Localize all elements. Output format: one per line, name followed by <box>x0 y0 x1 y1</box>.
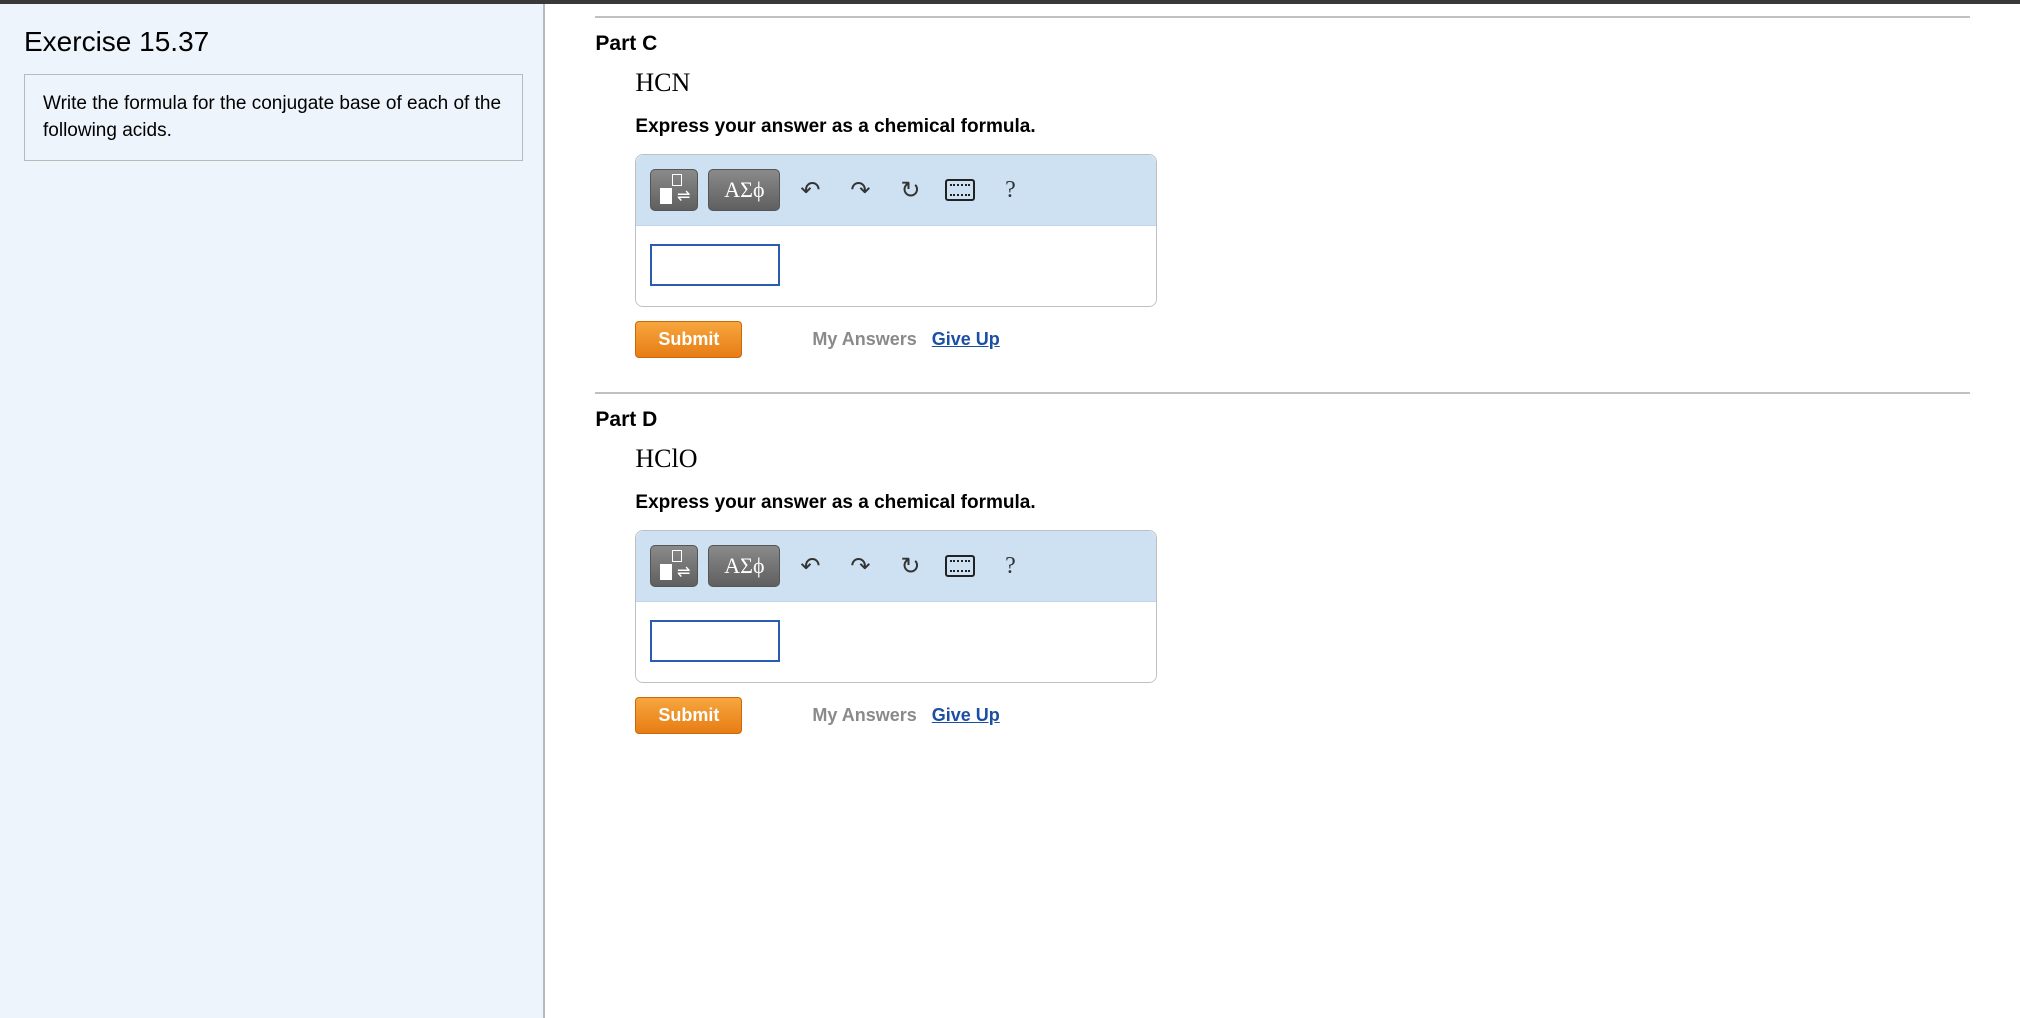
divider <box>595 392 1970 394</box>
formula-input[interactable] <box>650 620 780 662</box>
templates-icon: ⇌ <box>660 176 688 204</box>
submit-button[interactable]: Submit <box>635 697 742 734</box>
action-row: Submit My Answers Give Up <box>635 321 1970 358</box>
answer-instruction: Express your answer as a chemical formul… <box>635 492 1970 514</box>
reset-icon[interactable]: ↻ <box>890 546 930 586</box>
part-d: Part D HClO Express your answer as a che… <box>595 408 1970 734</box>
submit-button[interactable]: Submit <box>635 321 742 358</box>
input-area <box>636 602 1156 682</box>
redo-icon[interactable]: ↷ <box>840 546 880 586</box>
answer-box: ⇌ ΑΣϕ ↶ ↷ ↻ ? <box>635 530 1157 683</box>
keyboard-icon[interactable] <box>940 170 980 210</box>
part-content: HClO Express your answer as a chemical f… <box>595 444 1970 734</box>
chem-formula-prompt: HCN <box>635 68 1970 98</box>
formula-toolbar: ⇌ ΑΣϕ ↶ ↷ ↻ ? <box>636 531 1156 602</box>
help-icon[interactable]: ? <box>990 170 1030 210</box>
part-c: Part C HCN Express your answer as a chem… <box>595 32 1970 358</box>
keyboard-icon[interactable] <box>940 546 980 586</box>
undo-icon[interactable]: ↶ <box>790 170 830 210</box>
chem-formula-prompt: HClO <box>635 444 1970 474</box>
action-row: Submit My Answers Give Up <box>635 697 1970 734</box>
chemistry-templates-button[interactable]: ⇌ <box>650 545 698 587</box>
undo-icon[interactable]: ↶ <box>790 546 830 586</box>
divider <box>595 16 1970 18</box>
input-area <box>636 226 1156 306</box>
left-panel: Exercise 15.37 Write the formula for the… <box>0 4 545 1018</box>
right-panel: Part C HCN Express your answer as a chem… <box>545 4 2020 1018</box>
help-icon[interactable]: ? <box>990 546 1030 586</box>
redo-icon[interactable]: ↷ <box>840 170 880 210</box>
part-content: HCN Express your answer as a chemical fo… <box>595 68 1970 358</box>
give-up-link[interactable]: Give Up <box>932 705 1000 725</box>
my-answers-link[interactable]: My Answers <box>812 705 916 725</box>
part-title: Part C <box>595 32 1970 56</box>
formula-input[interactable] <box>650 244 780 286</box>
templates-icon: ⇌ <box>660 552 688 580</box>
chemistry-templates-button[interactable]: ⇌ <box>650 169 698 211</box>
greek-symbols-button[interactable]: ΑΣϕ <box>708 169 780 211</box>
greek-symbols-button[interactable]: ΑΣϕ <box>708 545 780 587</box>
my-answers-link[interactable]: My Answers <box>812 329 916 349</box>
answer-instruction: Express your answer as a chemical formul… <box>635 116 1970 138</box>
answer-box: ⇌ ΑΣϕ ↶ ↷ ↻ ? <box>635 154 1157 307</box>
give-up-link[interactable]: Give Up <box>932 329 1000 349</box>
formula-toolbar: ⇌ ΑΣϕ ↶ ↷ ↻ ? <box>636 155 1156 226</box>
reset-icon[interactable]: ↻ <box>890 170 930 210</box>
part-title: Part D <box>595 408 1970 432</box>
exercise-title: Exercise 15.37 <box>24 26 523 58</box>
exercise-instructions: Write the formula for the conjugate base… <box>24 74 523 161</box>
